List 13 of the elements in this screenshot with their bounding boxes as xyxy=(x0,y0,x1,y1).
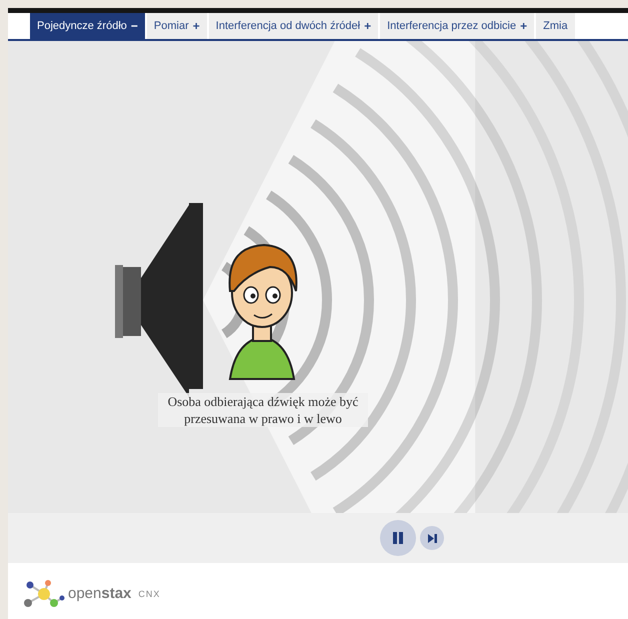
logo-text: openstax xyxy=(68,585,132,602)
step-icon xyxy=(428,534,436,542)
logo-suffix: CNX xyxy=(138,588,160,598)
pause-icon xyxy=(392,532,404,544)
tab[interactable]: Pojedyncze źródło − xyxy=(30,13,145,39)
tab[interactable]: Interferencja przez odbicie + xyxy=(380,13,534,39)
tab[interactable]: Pomiar + xyxy=(146,13,207,39)
step-button[interactable] xyxy=(420,526,444,550)
pause-button[interactable] xyxy=(380,520,416,556)
tab[interactable]: Zmia xyxy=(536,13,575,39)
tab[interactable]: Interferencja od dwóch źródeł + xyxy=(208,13,378,39)
caption-text: Osoba odbierająca dźwięk może być przesuwana w prawo i w lewo xyxy=(158,393,368,427)
logo-icon xyxy=(22,578,66,608)
